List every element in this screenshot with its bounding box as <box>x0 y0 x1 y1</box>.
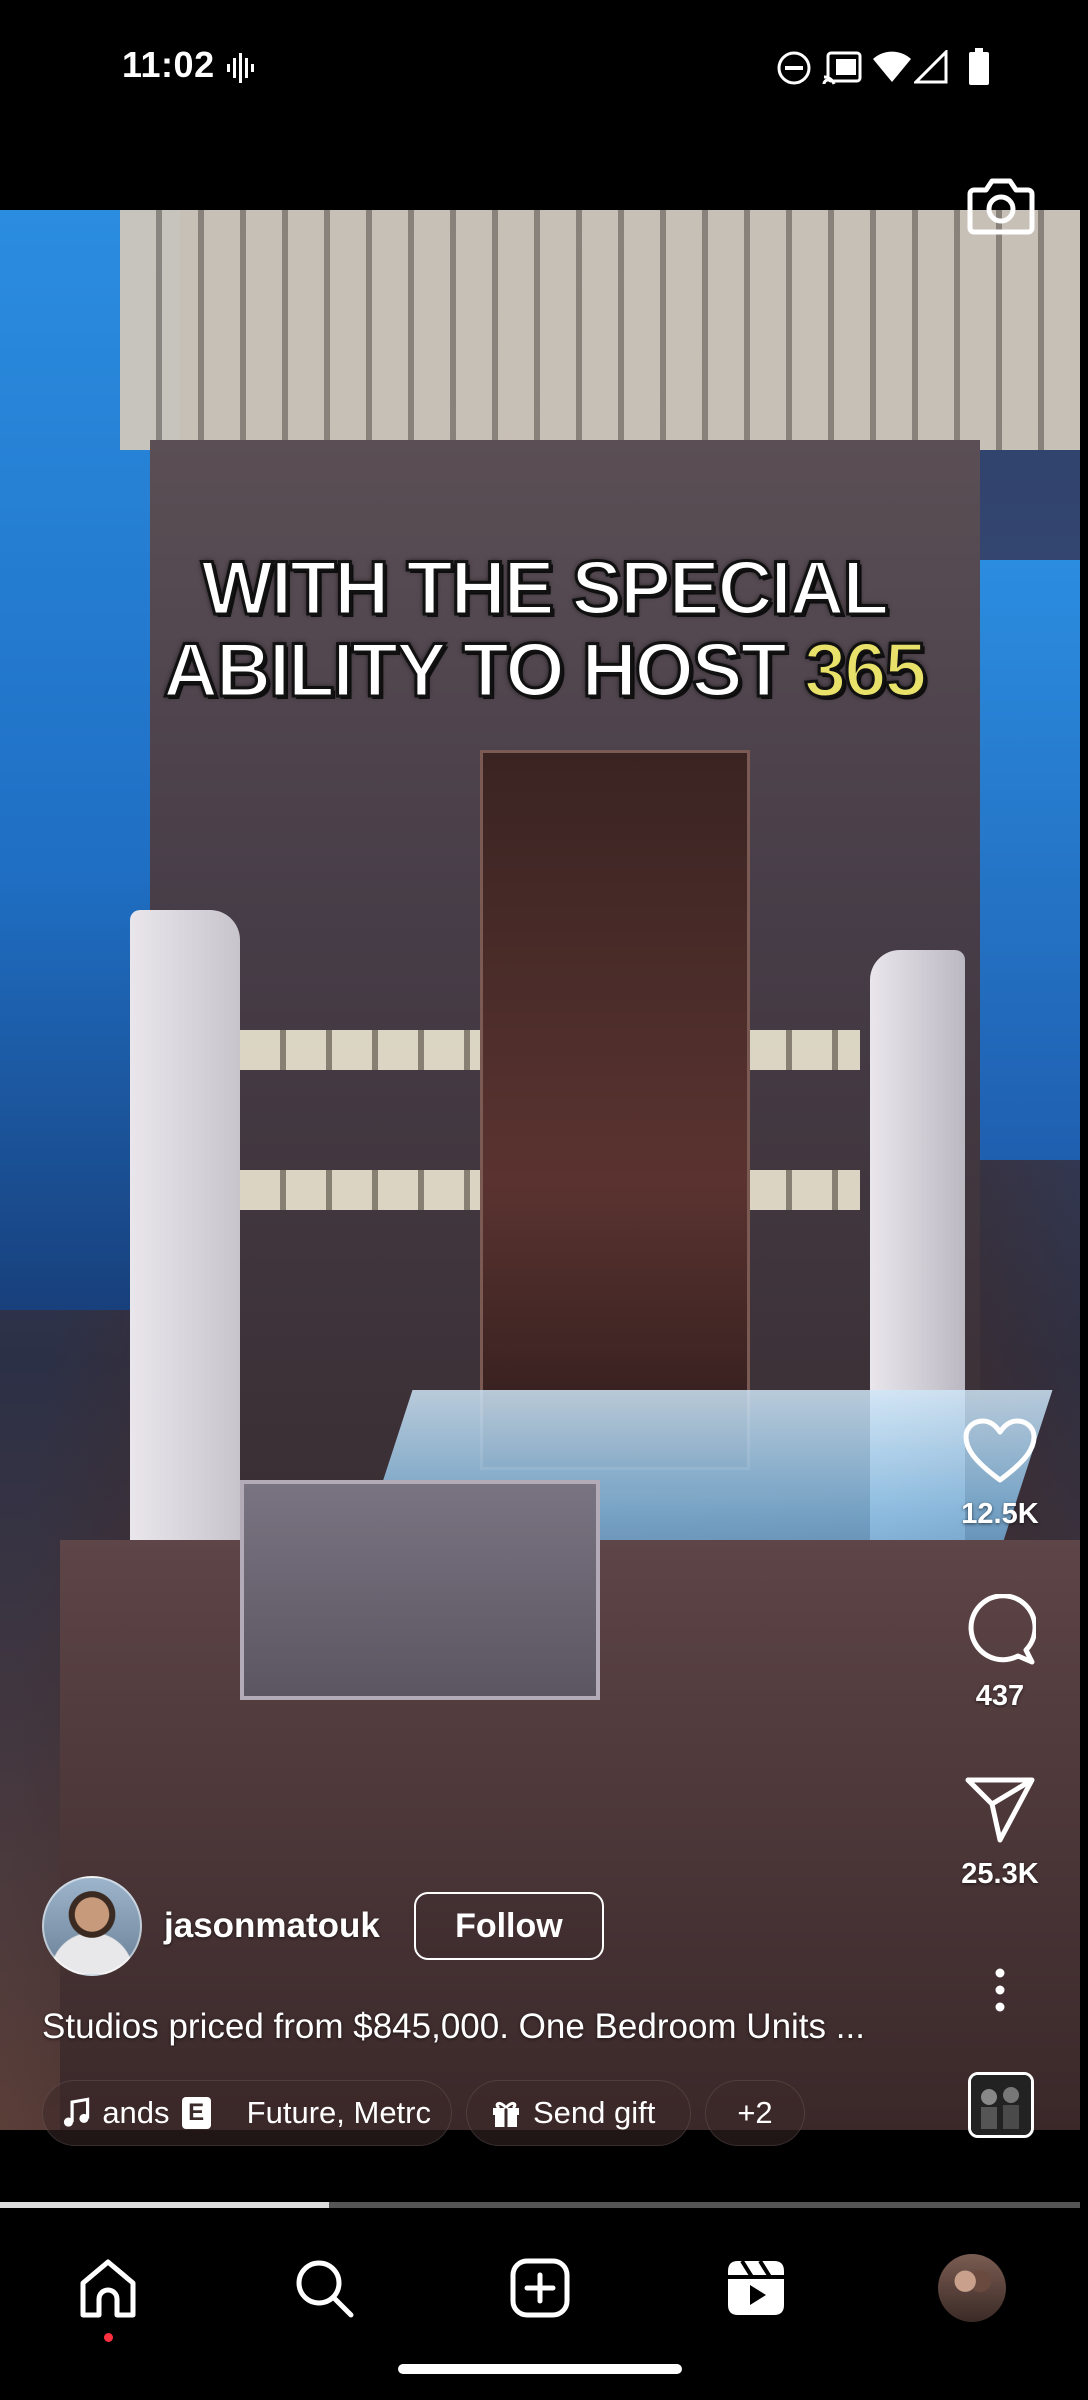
wifi-icon <box>873 51 911 82</box>
cast-icon <box>822 51 862 85</box>
video-progress-fill <box>0 2202 330 2208</box>
video-progress-bar[interactable] <box>0 2202 1080 2208</box>
author-avatar[interactable] <box>42 1876 142 1976</box>
audio-thumbnail-art <box>971 2075 1031 2135</box>
nav-search[interactable] <box>284 2248 364 2328</box>
home-indicator[interactable] <box>398 2364 682 2374</box>
send-icon[interactable] <box>964 1776 1036 1844</box>
author-username[interactable]: jasonmatouk <box>164 1906 380 1946</box>
reels-icon[interactable] <box>724 2257 788 2319</box>
signal-icon <box>914 50 948 84</box>
comment-icon[interactable] <box>964 1594 1036 1666</box>
reel-video[interactable] <box>0 210 1080 2130</box>
like-action[interactable]: 12.5K <box>940 1418 1060 1531</box>
caption-line-2: ABILITY TO HOST 365 <box>0 628 1088 713</box>
home-notification-dot <box>104 2333 113 2342</box>
video-caption-overlay: WITH THE SPECIAL ABILITY TO HOST 365 <box>0 546 1088 713</box>
share-action[interactable]: 25.3K <box>940 1776 1060 1891</box>
battery-icon <box>969 48 989 85</box>
nav-profile[interactable] <box>932 2248 1012 2328</box>
search-icon[interactable] <box>293 2257 355 2319</box>
profile-avatar[interactable] <box>938 2254 1006 2322</box>
more-options-icon[interactable] <box>988 1968 1012 2012</box>
music-artist: Future, Metrc <box>246 2095 431 2130</box>
author-row: jasonmatouk Follow <box>42 1876 604 1976</box>
post-caption[interactable]: Studios priced from $845,000. One Bedroo… <box>42 2007 922 2047</box>
more-chips[interactable]: +2 <box>705 2080 805 2146</box>
voice-wave-icon <box>227 53 254 83</box>
audio-thumbnail[interactable] <box>968 2072 1034 2138</box>
music-chip[interactable]: ands E Future, Metrc <box>42 2080 452 2146</box>
comment-action[interactable]: 437 <box>940 1594 1060 1713</box>
explicit-badge: E <box>181 2097 211 2129</box>
like-count: 12.5K <box>961 1498 1039 1530</box>
status-bar: 11:02 <box>0 0 1088 135</box>
heart-icon[interactable] <box>963 1418 1037 1484</box>
do-not-disturb-icon <box>777 51 811 85</box>
caption-line-2-text: ABILITY TO HOST <box>162 628 804 713</box>
status-time: 11:02 <box>122 44 215 85</box>
camera-icon[interactable] <box>966 170 1036 240</box>
video-glass-elevator <box>480 750 750 1470</box>
nav-reels[interactable] <box>716 2248 796 2328</box>
gift-icon <box>493 2101 519 2127</box>
music-note-icon <box>63 2097 90 2127</box>
nav-home[interactable] <box>68 2248 148 2328</box>
video-building-facade <box>120 210 1080 450</box>
send-gift-label: Send gift <box>533 2095 656 2130</box>
comment-count: 437 <box>975 1680 1025 1712</box>
home-icon[interactable] <box>77 2257 139 2319</box>
chips-row: ands E Future, Metrc Send gift +2 <box>42 2080 805 2146</box>
caption-line-1: WITH THE SPECIAL <box>200 546 891 631</box>
send-gift-chip[interactable]: Send gift <box>466 2080 691 2146</box>
music-song-fragment: ands <box>102 2095 170 2130</box>
follow-button[interactable]: Follow <box>413 1892 604 1960</box>
nav-create[interactable] <box>500 2248 580 2328</box>
create-icon[interactable] <box>509 2257 571 2319</box>
video-deck-block <box>240 1480 600 1700</box>
caption-highlight: 365 <box>802 628 928 713</box>
share-count: 25.3K <box>961 1858 1039 1890</box>
